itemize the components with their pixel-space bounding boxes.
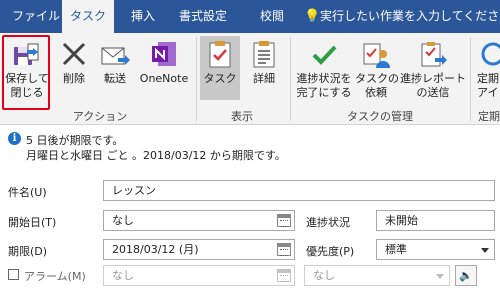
- tab-review[interactable]: 校閲: [252, 0, 292, 33]
- tab-insert[interactable]: 挿入: [123, 0, 163, 33]
- priority-label: 優先度(P): [306, 245, 355, 258]
- save-close-button[interactable]: 保存して 閉じる: [3, 36, 51, 100]
- ribbon-separator: [290, 37, 291, 121]
- info-bar: i 5 日後が期限です。 月曜日と水曜日 ごと 。2018/03/12 から期限…: [0, 126, 500, 171]
- due-date-label: 期限(D): [8, 245, 48, 258]
- status-label: 進捗状況: [306, 216, 350, 229]
- details-clipboard-icon: [253, 41, 275, 68]
- ribbon-tab-bar: ファイル タスク 挿入 書式設定 校閲 💡実行したい作業を入力してください: [0, 0, 500, 33]
- assign-task-button[interactable]: タスクの 依頼: [355, 36, 399, 100]
- forward-icon: [101, 47, 130, 65]
- ribbon: 保存して 閉じる 削除 転送 OneNote アクション タスク 詳細 表示 進…: [0, 33, 500, 125]
- reminder-checkbox[interactable]: [8, 269, 19, 280]
- assign-task-label-1: タスクの: [355, 72, 399, 85]
- send-status-label-2: の送信: [416, 86, 450, 99]
- mark-complete-label-1: 進捗状況を: [296, 72, 352, 85]
- recurrence-button[interactable]: 定期 アイ: [475, 36, 500, 100]
- reminder-label: アラーム(M): [24, 270, 86, 283]
- reminder-date-field: なし: [103, 265, 295, 286]
- forward-label: 転送: [104, 72, 126, 85]
- recurrence-group-label: 定期: [478, 110, 500, 123]
- start-date-label: 開始日(T): [8, 216, 57, 229]
- ribbon-separator: [196, 37, 197, 121]
- task-view-button[interactable]: タスク: [201, 36, 239, 86]
- priority-dropdown[interactable]: 標準: [376, 239, 495, 260]
- tab-file[interactable]: ファイル: [4, 0, 68, 33]
- send-status-label-1: 進捗レポート: [400, 72, 466, 85]
- show-group-label: 表示: [231, 110, 253, 123]
- manage-task-group-label: タスクの管理: [347, 110, 413, 123]
- due-date-value: 2018/03/12 (月): [112, 243, 199, 256]
- tab-task[interactable]: タスク: [62, 0, 115, 33]
- chevron-down-icon: [481, 248, 489, 253]
- reminder-sound-icon[interactable]: 🔈: [455, 265, 477, 286]
- details-button[interactable]: 詳細: [245, 36, 283, 86]
- delete-button[interactable]: 削除: [56, 36, 92, 86]
- forward-button[interactable]: 転送: [97, 36, 133, 86]
- onenote-icon: [152, 42, 176, 66]
- lightbulb-icon: 💡: [304, 9, 321, 24]
- subject-field[interactable]: レッスン: [103, 180, 495, 201]
- onenote-button[interactable]: OneNote: [137, 36, 191, 86]
- delete-label: 削除: [63, 72, 85, 85]
- mark-complete-button[interactable]: 進捗状況を 完了にする: [293, 36, 355, 100]
- status-report-icon: [421, 42, 447, 67]
- priority-value: 標準: [385, 243, 407, 256]
- tab-format[interactable]: 書式設定: [171, 0, 235, 33]
- chevron-down-icon: [436, 274, 444, 279]
- calendar-icon: [277, 269, 291, 282]
- assign-task-label-2: 依頼: [365, 86, 387, 99]
- reminder-time-field: なし: [304, 265, 450, 286]
- tell-me-label: 実行したい作業を入力してください: [320, 9, 500, 23]
- subject-label: 件名(U): [8, 186, 47, 199]
- start-date-field[interactable]: なし: [103, 210, 295, 231]
- recurrence-icon: [481, 42, 500, 66]
- due-info-text: 5 日後が期限です。: [26, 134, 124, 147]
- mark-complete-label-2: 完了にする: [296, 86, 352, 99]
- ribbon-separator: [470, 37, 471, 121]
- recurrence-info-text: 月曜日と水曜日 ごと 。2018/03/12 から期限です。: [26, 149, 286, 162]
- assign-task-icon: [363, 43, 390, 68]
- save-close-label-2: 閉じる: [10, 86, 44, 99]
- reminder-date-value: なし: [112, 269, 134, 282]
- status-field[interactable]: 未開始: [376, 210, 495, 231]
- delete-x-icon: [62, 42, 86, 66]
- recurrence-label-1: 定期: [477, 72, 499, 85]
- info-icon: i: [8, 132, 21, 145]
- save-close-icon: [14, 43, 39, 65]
- tell-me-box[interactable]: 💡実行したい作業を入力してください: [304, 0, 500, 33]
- due-date-field[interactable]: 2018/03/12 (月): [103, 239, 295, 260]
- onenote-label: OneNote: [139, 72, 189, 85]
- task-clipboard-icon: [209, 41, 231, 68]
- reminder-time-value: なし: [313, 269, 335, 282]
- details-label: 詳細: [253, 72, 275, 85]
- save-close-label-1: 保存して: [5, 72, 49, 85]
- send-status-report-button[interactable]: 進捗レポート の送信: [399, 36, 467, 100]
- task-view-label: タスク: [203, 72, 237, 85]
- recurrence-label-2: アイ: [477, 86, 499, 99]
- calendar-icon[interactable]: [277, 243, 291, 256]
- actions-group-label: アクション: [72, 110, 128, 123]
- start-date-value: なし: [112, 214, 134, 227]
- green-check-icon: [312, 45, 337, 65]
- calendar-icon[interactable]: [277, 214, 291, 227]
